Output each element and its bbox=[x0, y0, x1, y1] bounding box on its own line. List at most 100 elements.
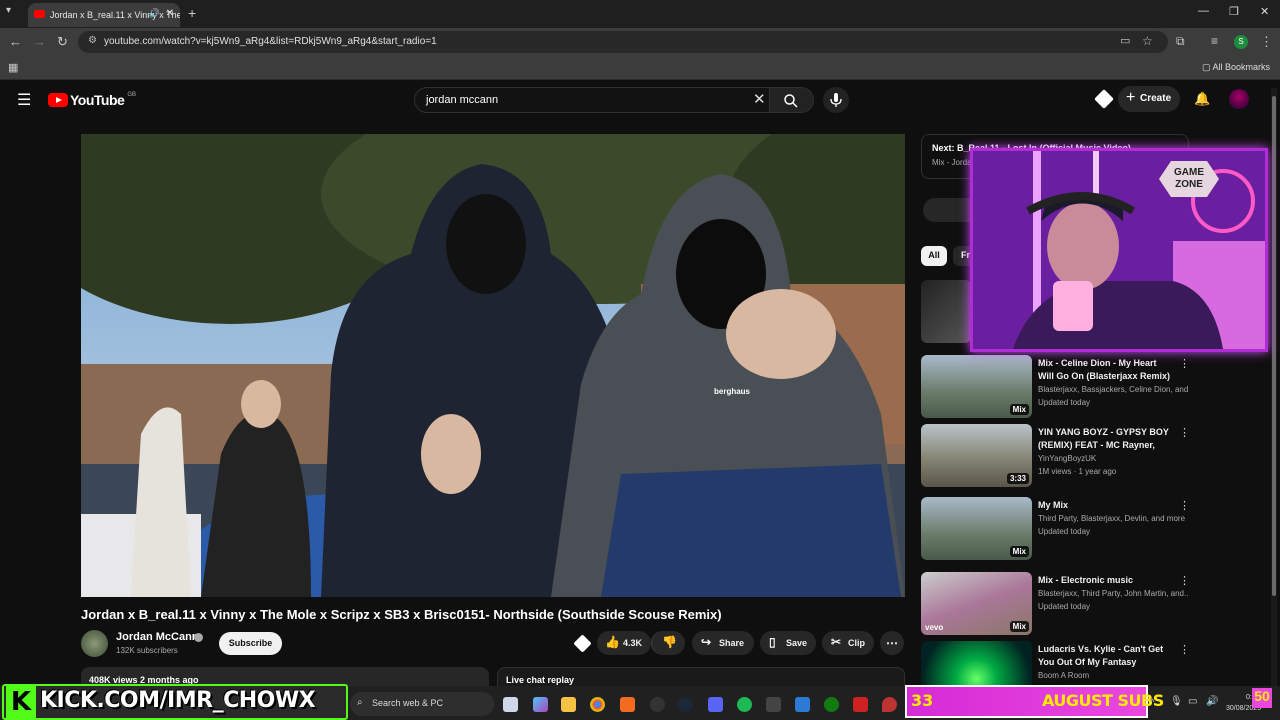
live-chat-label: Live chat replay bbox=[506, 675, 575, 685]
cast-icon[interactable]: ▭ bbox=[1120, 34, 1130, 47]
reload-button[interactable]: ↻ bbox=[57, 34, 68, 50]
sparkle-icon[interactable] bbox=[1094, 89, 1114, 109]
voice-search-button[interactable] bbox=[823, 87, 849, 113]
back-button[interactable]: ← bbox=[9, 34, 22, 49]
close-tab-icon[interactable]: ✕ bbox=[166, 8, 174, 19]
xbox-icon[interactable] bbox=[824, 697, 839, 712]
recommendation-title: YIN YANG BOYZ - GYPSY BOY (REMIX) FEAT -… bbox=[1038, 427, 1169, 450]
taskbar-search[interactable]: ⌕ Search web & PC bbox=[350, 692, 494, 716]
notifications-bell-icon[interactable]: 🔔 bbox=[1194, 91, 1210, 107]
game-zone-sign: GAME ZONE bbox=[1159, 161, 1219, 197]
app-icon[interactable] bbox=[766, 697, 781, 712]
plus-icon: + bbox=[1126, 89, 1136, 106]
recommendation-item[interactable]: vevo Mix Mix - Electronic music Blasterj… bbox=[921, 572, 1190, 638]
recommendation-item[interactable]: 3:33 YIN YANG BOYZ - GYPSY BOY (REMIX) F… bbox=[921, 424, 1190, 490]
tab-search-icon[interactable]: ▾ bbox=[6, 5, 20, 21]
subscriber-count: 132K subscribers bbox=[116, 646, 178, 655]
browser-toolbar: ← → ↻ ⚙ youtube.com/watch?v=kj5Wn9_aRg4&… bbox=[0, 28, 1280, 56]
corner-counter: 50 bbox=[1252, 688, 1272, 708]
channel-avatar[interactable] bbox=[81, 630, 108, 657]
speaker-icon[interactable]: 🔊 bbox=[149, 8, 160, 19]
browser-menu-icon[interactable]: ⋮ bbox=[1260, 34, 1273, 50]
address-bar[interactable]: ⚙ youtube.com/watch?v=kj5Wn9_aRg4&list=R… bbox=[78, 31, 1168, 53]
thumbs-down-icon: 👎 bbox=[662, 635, 677, 649]
recommendation-item[interactable]: Mix My Mix Third Party, Blasterjaxx, Dev… bbox=[921, 497, 1190, 563]
scrollbar-thumb[interactable] bbox=[1272, 96, 1276, 596]
search-input[interactable]: jordan mccann bbox=[414, 87, 770, 113]
video-player[interactable]: berghaus bbox=[81, 134, 905, 597]
video-thumbnail: Mix bbox=[921, 355, 1032, 418]
recommendation-item[interactable]: Mix Mix - Celine Dion - My Heart Will Go… bbox=[921, 355, 1190, 421]
more-actions-button[interactable]: ⋯ bbox=[880, 631, 904, 655]
steam-icon[interactable] bbox=[678, 697, 693, 712]
share-label: Share bbox=[719, 638, 745, 648]
video-thumbnail: vevo Mix bbox=[921, 572, 1032, 635]
minimize-button[interactable]: — bbox=[1198, 5, 1209, 17]
site-info-icon[interactable]: ⚙ bbox=[88, 35, 97, 46]
youtube-logo[interactable]: YouTube GB bbox=[48, 92, 136, 108]
recommendation-meta: 1M views · 1 year ago bbox=[1038, 467, 1117, 476]
more-options-icon[interactable]: ⋮ bbox=[1179, 426, 1190, 439]
region-code: GB bbox=[127, 92, 136, 98]
account-avatar[interactable] bbox=[1229, 89, 1249, 109]
subscribe-button[interactable]: Subscribe bbox=[219, 632, 282, 655]
more-options-icon[interactable]: ⋮ bbox=[1179, 643, 1190, 656]
close-window-button[interactable]: ✕ bbox=[1260, 5, 1269, 18]
search-icon: ⌕ bbox=[357, 697, 363, 708]
all-bookmarks-button[interactable]: ▢ All Bookmarks bbox=[1202, 62, 1270, 73]
task-view-icon[interactable] bbox=[503, 697, 518, 712]
apps-grid-icon[interactable]: ▦ bbox=[8, 61, 18, 74]
sparkle-ask-icon[interactable] bbox=[573, 634, 592, 653]
obs-icon[interactable] bbox=[650, 697, 665, 712]
more-options-icon[interactable]: ⋮ bbox=[1179, 357, 1190, 370]
recommendation-meta: Updated today bbox=[1038, 602, 1091, 611]
profile-avatar[interactable]: S bbox=[1234, 35, 1248, 49]
media-icon[interactable]: ≡ bbox=[1211, 34, 1218, 48]
taskbar-search-placeholder: Search web & PC bbox=[372, 698, 444, 708]
search-button[interactable] bbox=[770, 87, 814, 113]
bookmark-star-icon[interactable]: ☆ bbox=[1142, 34, 1153, 48]
forward-button[interactable]: → bbox=[33, 34, 46, 49]
search-icon bbox=[784, 94, 798, 108]
create-button[interactable]: + Create bbox=[1118, 86, 1180, 112]
maps-pin-icon[interactable] bbox=[882, 697, 897, 712]
copilot-icon[interactable] bbox=[533, 697, 548, 712]
browser-tab[interactable]: Jordan x B_real.11 x Vinny x The Mole x … bbox=[28, 3, 180, 27]
mix-badge: Mix bbox=[1009, 546, 1029, 557]
new-tab-button[interactable]: + bbox=[188, 5, 196, 21]
volume-icon[interactable]: 🔊 bbox=[1206, 696, 1218, 707]
youtube-header: ☰ YouTube GB jordan mccann ✕ + Create 🔔 bbox=[0, 80, 1280, 118]
maximize-button[interactable]: ❐ bbox=[1229, 5, 1239, 18]
logo-wordmark: YouTube bbox=[70, 92, 125, 108]
berghaus-logo: berghaus bbox=[714, 387, 751, 396]
app-icon[interactable] bbox=[795, 697, 810, 712]
chip-all[interactable]: All bbox=[921, 246, 947, 266]
like-count: 4.3K bbox=[623, 638, 643, 648]
hamburger-menu-icon[interactable]: ☰ bbox=[17, 90, 31, 110]
app-icon[interactable] bbox=[620, 697, 635, 712]
share-button[interactable]: ↪ Share bbox=[692, 631, 754, 655]
network-icon[interactable]: ▭ bbox=[1188, 696, 1197, 707]
dislike-button[interactable]: 👎 bbox=[651, 631, 685, 655]
clip-button[interactable]: ✂ Clip bbox=[822, 631, 874, 655]
youtube-play-icon bbox=[48, 93, 68, 107]
chrome-icon[interactable] bbox=[590, 697, 605, 712]
discord-icon[interactable] bbox=[708, 697, 723, 712]
clear-search-icon[interactable]: ✕ bbox=[753, 90, 766, 108]
channel-name[interactable]: Jordan McCann bbox=[116, 631, 199, 643]
bookmark-icon: ▯ bbox=[769, 635, 776, 649]
spotify-icon[interactable] bbox=[737, 697, 752, 712]
video-title: Jordan x B_real.11 x Vinny x The Mole x … bbox=[81, 607, 722, 622]
more-options-icon[interactable]: ⋮ bbox=[1179, 499, 1190, 512]
app-icon[interactable] bbox=[853, 697, 868, 712]
more-options-icon[interactable]: ⋮ bbox=[1179, 574, 1190, 587]
extensions-icon[interactable]: ⧉ bbox=[1176, 34, 1185, 49]
file-explorer-icon[interactable] bbox=[561, 697, 576, 712]
microphone-icon[interactable]: 🎙 bbox=[1170, 696, 1183, 707]
subs-count: 33 bbox=[911, 691, 934, 710]
microphone-icon bbox=[830, 93, 842, 107]
chevron-up-icon[interactable]: ^ bbox=[1150, 697, 1154, 707]
recommendation-channel: Third Party, Blasterjaxx, Devlin, and mo… bbox=[1038, 514, 1186, 523]
save-button[interactable]: ▯ Save bbox=[760, 631, 816, 655]
like-button[interactable]: 👍 4.3K bbox=[597, 631, 651, 655]
